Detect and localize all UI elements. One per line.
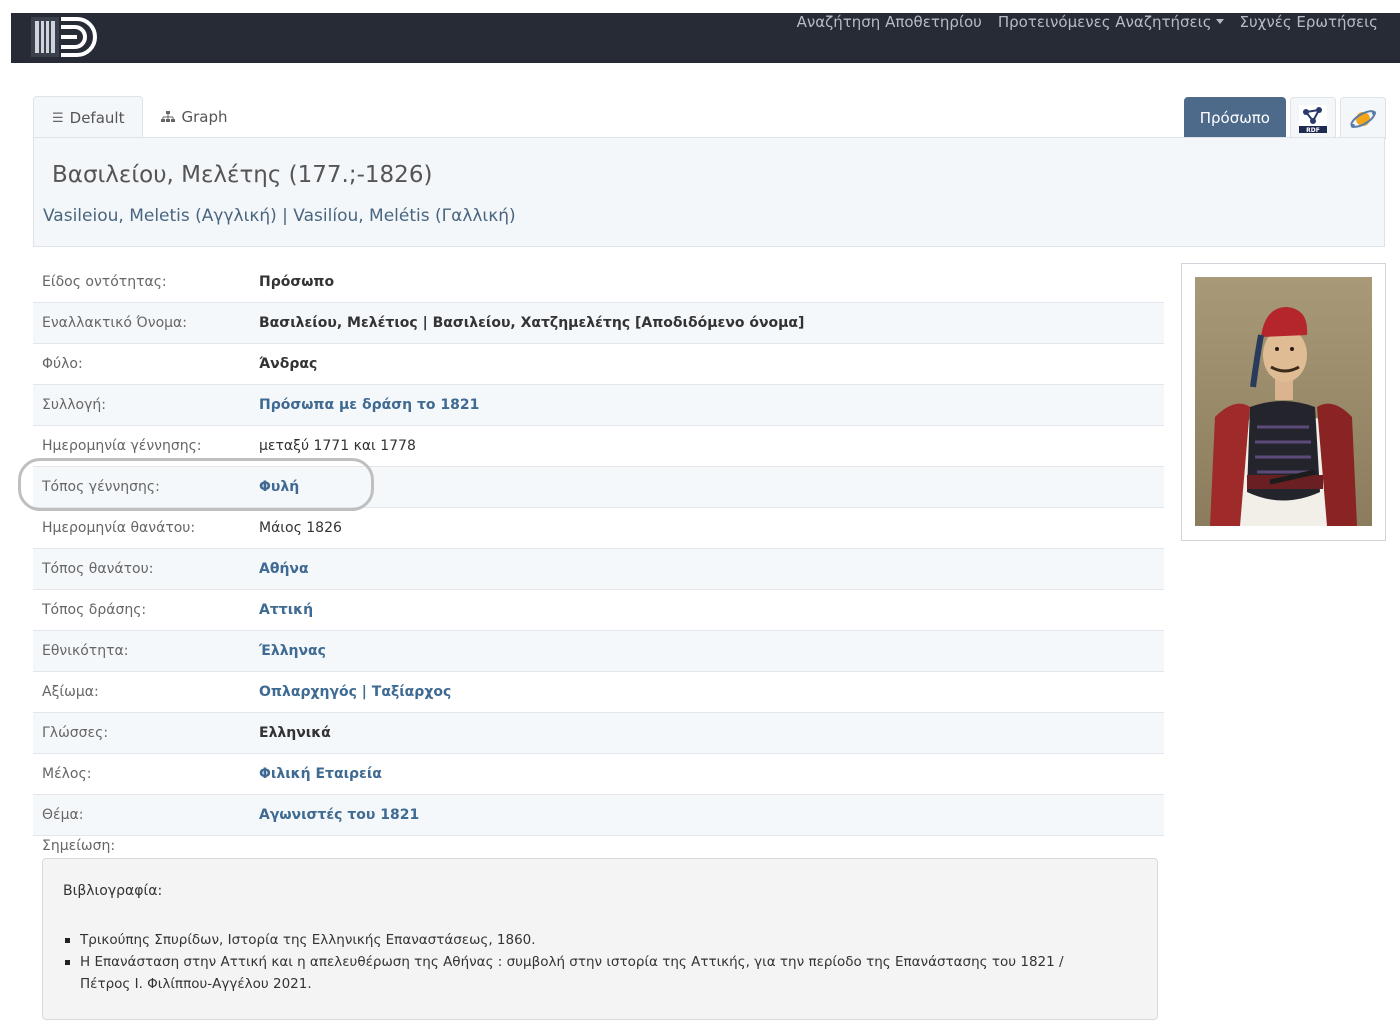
svg-text:RDF: RDF	[1306, 127, 1320, 133]
rdf-export-button[interactable]: RDF	[1290, 97, 1336, 139]
caret-down-icon	[1215, 19, 1224, 24]
property-label: Γλώσσες:	[42, 725, 109, 741]
portrait-frame	[1181, 263, 1386, 541]
semantic-web-icon	[1350, 109, 1376, 128]
property-value: Βασιλείου, Μελέτιος | Βασιλείου, Χατζημε…	[259, 315, 805, 331]
property-row: Τόπος θανάτου: Αθήνα	[33, 549, 1164, 590]
property-label: Τόπος δράσης:	[42, 602, 147, 618]
property-row: Εναλλακτικό Όνομα: Βασιλείου, Μελέτιος | …	[33, 303, 1164, 344]
property-row: Τόπος δράσης: Αττική	[33, 590, 1164, 631]
property-value-link[interactable]: Φιλική Εταιρεία	[259, 766, 382, 782]
bibliography-list: Τρικούπης Σπυρίδων, Ιστορία της Ελληνική…	[63, 929, 1064, 995]
property-value: Άνδρας	[259, 356, 318, 372]
property-label: Μέλος:	[42, 766, 92, 782]
portrait-image[interactable]	[1195, 277, 1372, 526]
bibliography-item: Τρικούπης Σπυρίδων, Ιστορία της Ελληνική…	[63, 929, 1064, 951]
entity-type-button[interactable]: Πρόσωπο	[1183, 97, 1286, 138]
list-icon: ☰	[52, 110, 64, 126]
library-logo-icon[interactable]	[31, 15, 111, 59]
entity-actions: Πρόσωπο RDF	[1183, 97, 1386, 139]
properties-list: Είδος οντότητας: Πρόσωπο Εναλλακτικό Όνομα…	[33, 262, 1164, 836]
tab-graph[interactable]: Graph	[143, 96, 245, 138]
note-label: Σημείωση:	[42, 838, 116, 854]
property-label: Εθνικότητα:	[42, 643, 129, 659]
view-tabs: ☰ Default Graph	[33, 96, 245, 139]
tab-default[interactable]: ☰ Default	[33, 96, 144, 139]
note-box: Βιβλιογραφία: Τρικούπης Σπυρίδων, Ιστορί…	[42, 858, 1158, 1020]
nav-suggested-searches-label: Προτεινόμενες Αναζητήσεις	[997, 13, 1212, 31]
property-label: Θέμα:	[42, 807, 84, 823]
top-navbar: Αναζήτηση Αποθετηρίου Προτεινόμενες Αναζ…	[11, 13, 1400, 63]
property-value: Μάιος 1826	[259, 520, 342, 536]
property-row: Εθνικότητα: Έλληνας	[33, 631, 1164, 672]
property-row: Είδος οντότητας: Πρόσωπο	[33, 262, 1164, 303]
highlight-annotation	[18, 458, 374, 511]
property-value: Ελληνικά	[259, 725, 331, 741]
tab-default-label: Default	[69, 109, 125, 127]
property-row: Θέμα: Αγωνιστές του 1821	[33, 795, 1164, 836]
rdf-icon: RDF	[1299, 104, 1327, 133]
property-value-link[interactable]: Έλληνας	[259, 643, 326, 659]
property-label: Συλλογή:	[42, 397, 106, 413]
property-label: Ημερομηνία γέννησης:	[42, 438, 202, 454]
property-row: Αξίωμα: Οπλαρχηγός | Ταξίαρχος	[33, 672, 1164, 713]
nav-suggested-searches[interactable]: Προτεινόμενες Αναζητήσεις	[998, 13, 1224, 33]
property-value-link[interactable]: Πρόσωπα με δράση το 1821	[259, 397, 479, 413]
property-row: Γλώσσες: Ελληνικά	[33, 713, 1164, 754]
bibliography-item: Η Επανάσταση στην Αττική και η απελευθέρ…	[63, 951, 1064, 973]
alternate-names: Vasileiou, Meletis (Αγγλική) | Vasilíou,…	[43, 206, 516, 226]
property-value: Πρόσωπο	[259, 274, 335, 290]
nav-repository-search[interactable]: Αναζήτηση Αποθετηρίου	[797, 13, 982, 33]
sitemap-icon	[161, 111, 176, 122]
property-row: Συλλογή: Πρόσωπα με δράση το 1821	[33, 385, 1164, 426]
property-row: Ημερομηνία θανάτου: Μάιος 1826	[33, 508, 1164, 549]
property-label: Αξίωμα:	[42, 684, 99, 700]
property-value-link[interactable]: Αττική	[259, 602, 313, 618]
main-nav: Αναζήτηση Αποθετηρίου Προτεινόμενες Αναζ…	[797, 13, 1378, 33]
nav-faq[interactable]: Συχνές Ερωτήσεις	[1240, 13, 1378, 33]
property-row: Μέλος: Φιλική Εταιρεία	[33, 754, 1164, 795]
property-label: Είδος οντότητας:	[42, 274, 167, 290]
property-value-link[interactable]: Οπλαρχηγός | Ταξίαρχος	[259, 684, 451, 700]
property-row: Φύλο: Άνδρας	[33, 344, 1164, 385]
page-title: Βασιλείου, Μελέτης (177.;-1826)	[52, 162, 433, 188]
property-label: Τόπος θανάτου:	[42, 561, 154, 577]
entity-header-panel: Βασιλείου, Μελέτης (177.;-1826) Vasileio…	[33, 137, 1385, 247]
property-value: μεταξύ 1771 και 1778	[259, 438, 416, 454]
bibliography-heading: Βιβλιογραφία:	[63, 883, 163, 899]
property-label: Φύλο:	[42, 356, 83, 372]
property-label: Εναλλακτικό Όνομα:	[42, 315, 187, 331]
property-value-link[interactable]: Αθήνα	[259, 561, 309, 577]
bibliography-item-continued: Πέτρος Ι. Φιλίππου-Αγγέλου 2021.	[80, 976, 312, 992]
tab-graph-label: Graph	[181, 108, 228, 126]
property-label: Ημερομηνία θανάτου:	[42, 520, 196, 536]
property-value-link[interactable]: Αγωνιστές του 1821	[259, 807, 419, 823]
semantic-web-button[interactable]	[1340, 97, 1386, 139]
